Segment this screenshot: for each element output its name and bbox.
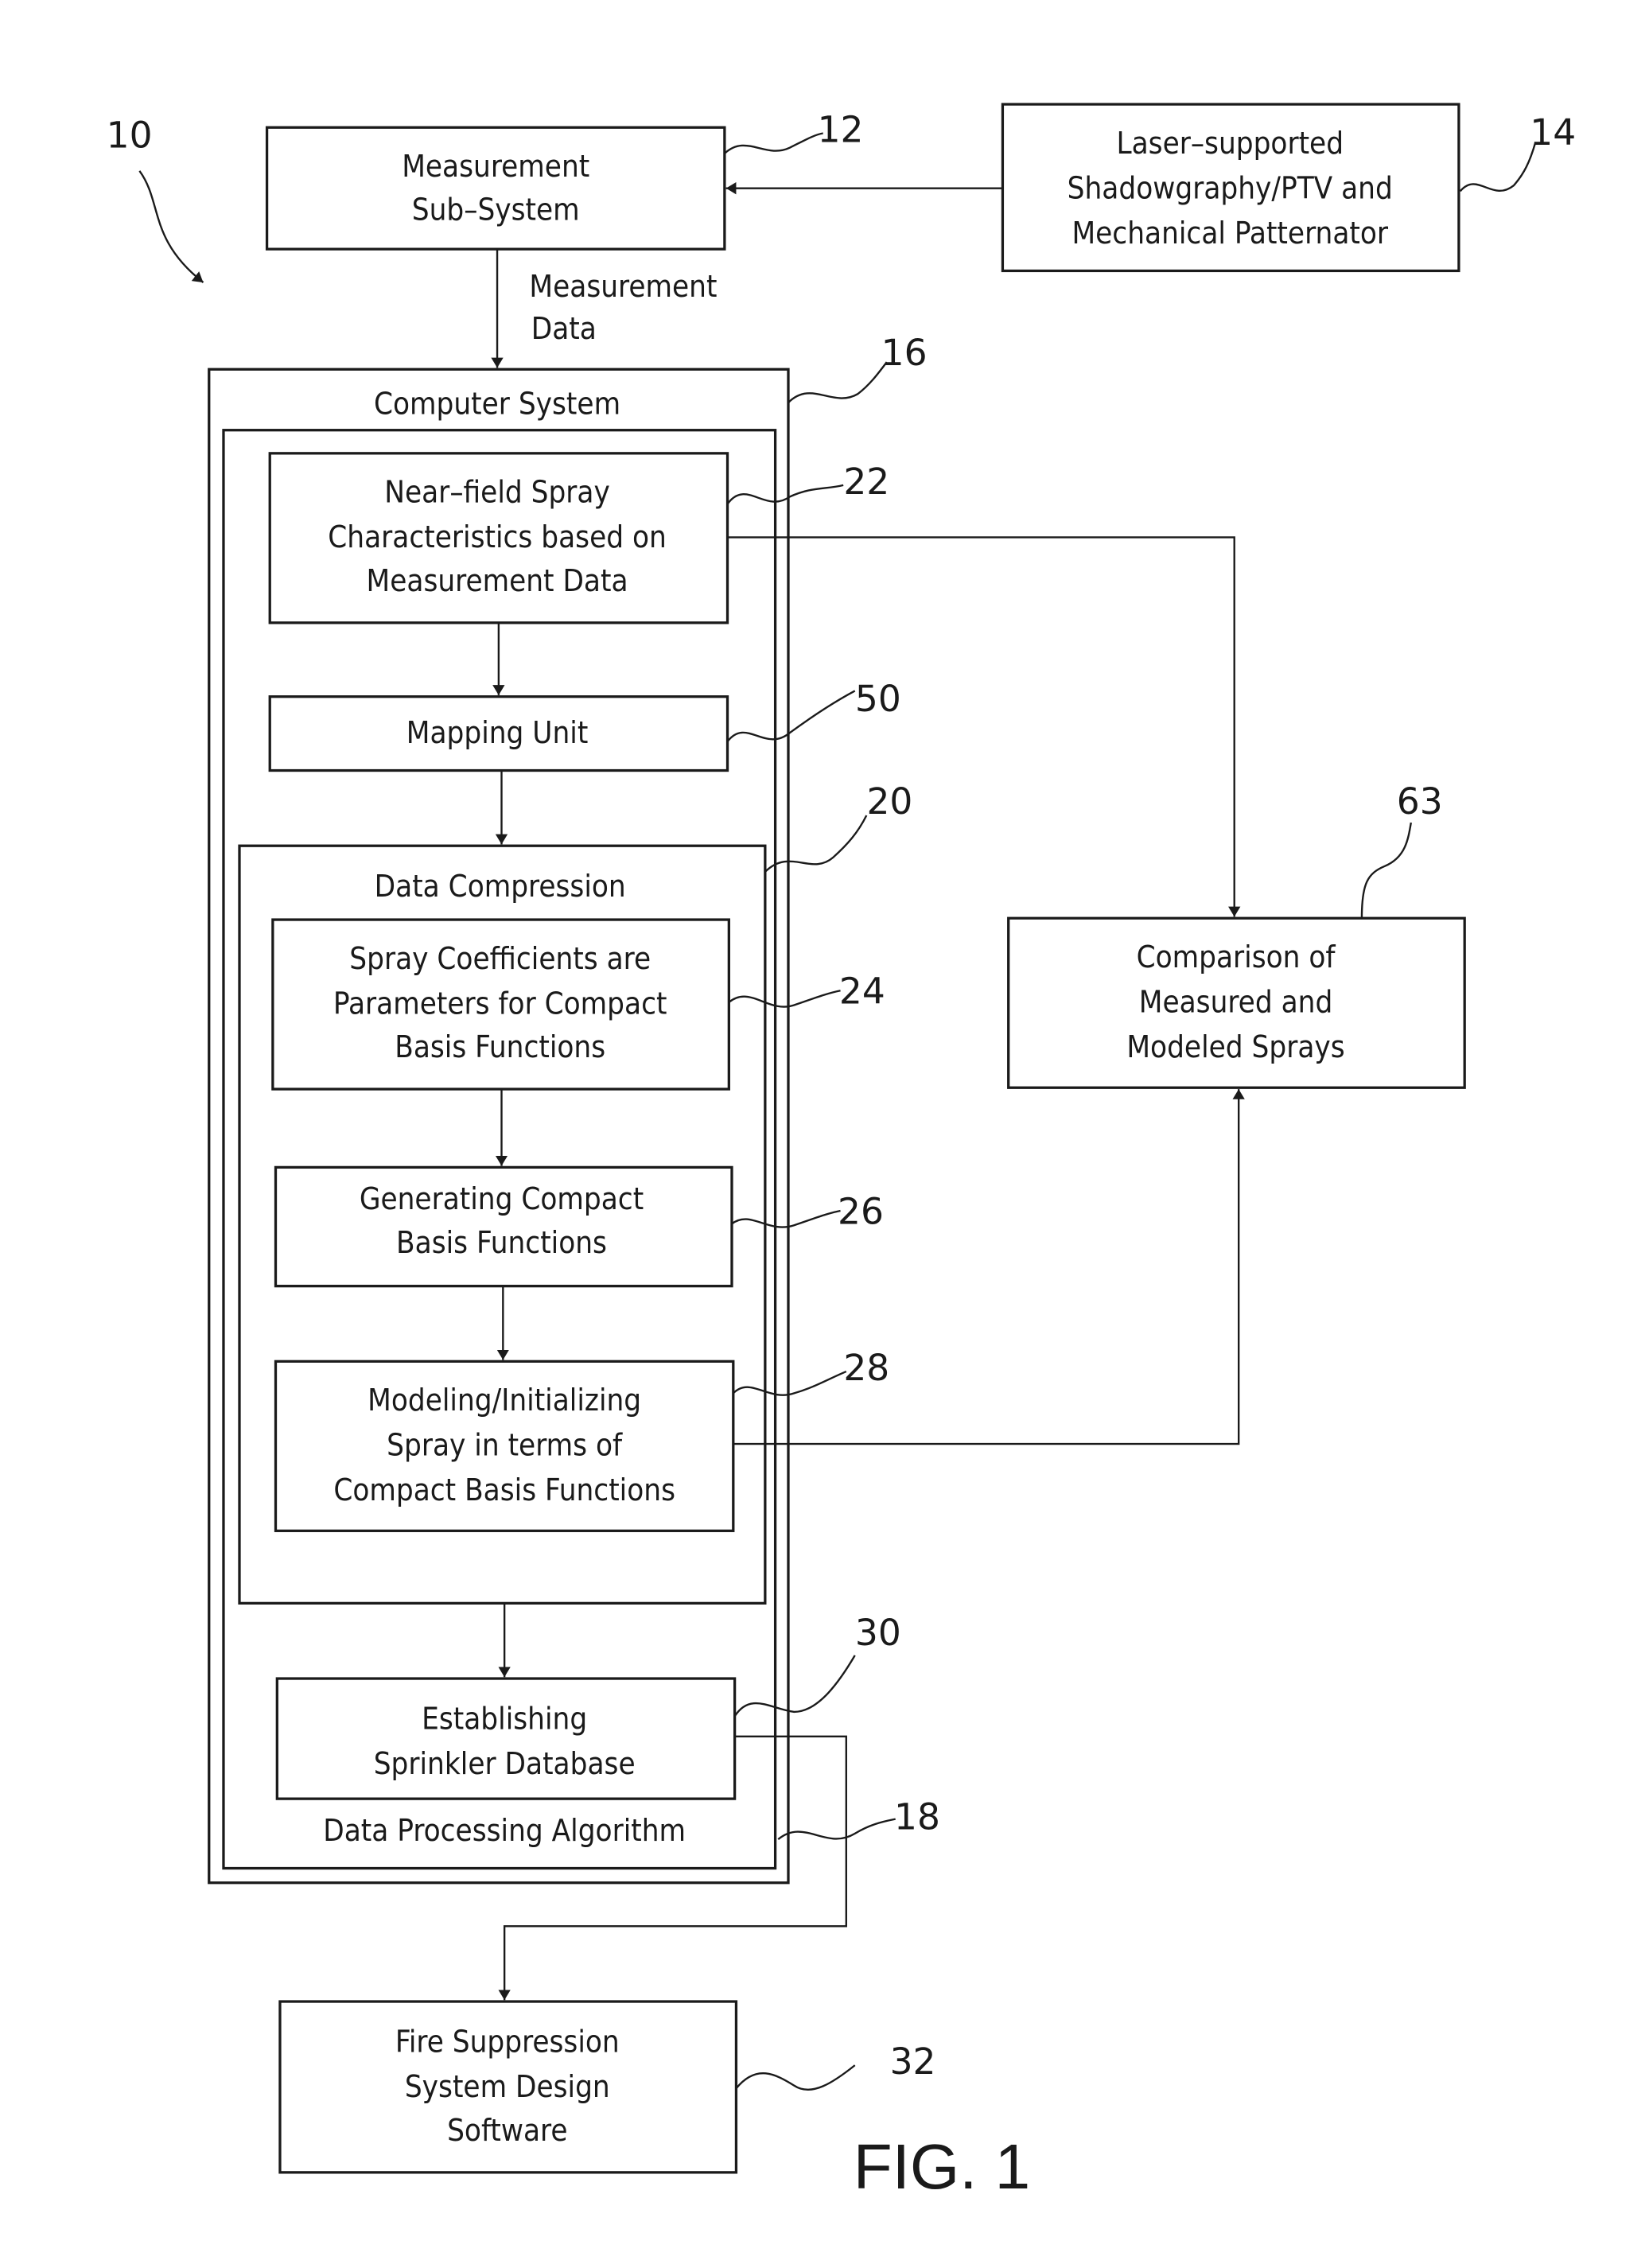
measurement-subsystem-line-1: Measurement — [402, 150, 589, 185]
near-field-line-3: Measurement Data — [367, 564, 628, 599]
ref-28: 28 — [843, 1347, 889, 1389]
ref-10: 10 — [107, 115, 153, 157]
patent-figure: 10 Measurement Sub–System 12 Laser–suppo… — [107, 103, 1576, 2202]
fire-suppression-block: Fire Suppression System Design Software — [278, 2000, 738, 2174]
near-field-spray-block: Near–field Spray Characteristics based o… — [268, 452, 729, 624]
ref-32: 32 — [890, 2040, 936, 2083]
ref-16: 16 — [881, 332, 928, 374]
ref-20: 20 — [866, 780, 912, 823]
measurement-subsystem-block: Measurement Sub–System — [265, 126, 726, 251]
system-pointer-arrow — [138, 170, 204, 283]
establishing-line-1: Establishing — [422, 1702, 587, 1737]
leader-16 — [788, 361, 888, 403]
leader-12 — [724, 132, 823, 154]
ref-24: 24 — [839, 971, 885, 1013]
comparison-line-3: Modeled Sprays — [1126, 1030, 1344, 1065]
mapping-unit-block: Mapping Unit — [268, 695, 729, 772]
modeling-spray-block: Modeling/Initializing Spray in terms of … — [274, 1360, 735, 1532]
arrow-near-field-to-comparison — [727, 536, 1241, 917]
ref-26: 26 — [838, 1190, 884, 1232]
computer-system-label: Computer System — [374, 387, 620, 422]
ref-12: 12 — [818, 108, 864, 150]
near-field-line-2: Characteristics based on — [328, 520, 667, 555]
measurement-data-label-line-2: Data — [531, 312, 597, 347]
data-compression-label: Data Compression — [375, 869, 626, 904]
comparison-line-2: Measured and — [1139, 986, 1333, 1021]
comparison-block: Comparison of Measured and Modeled Spray… — [1007, 916, 1466, 1089]
laser-shadowgraphy-block: Laser–supported Shadowgraphy/PTV and Mec… — [1001, 103, 1460, 273]
mapping-unit-label: Mapping Unit — [406, 716, 589, 751]
spray-coefficients-line-2: Parameters for Compact — [333, 986, 667, 1021]
measurement-subsystem-line-2: Sub–System — [412, 193, 580, 228]
leader-18 — [777, 1818, 896, 1841]
data-processing-label: Data Processing Algorithm — [323, 1814, 686, 1849]
laser-line-3: Mechanical Patternator — [1071, 216, 1388, 251]
establishing-sprinkler-database-block: Establishing Sprinkler Database — [275, 1677, 737, 1800]
ref-14: 14 — [1530, 111, 1576, 154]
spray-coefficients-block: Spray Coefficients are Parameters for Co… — [271, 918, 730, 1091]
arrow-modeling-to-comparison — [733, 1089, 1245, 1445]
spray-coefficients-line-3: Basis Functions — [395, 1030, 605, 1065]
generating-line-1: Generating Compact — [360, 1182, 644, 1217]
measurement-data-label-line-1: Measurement — [529, 270, 717, 305]
ref-63: 63 — [1397, 780, 1443, 823]
near-field-line-1: Near–field Spray — [384, 476, 610, 511]
laser-line-1: Laser–supported — [1116, 126, 1344, 161]
spray-coefficients-line-1: Spray Coefficients are — [349, 942, 651, 977]
leader-63 — [1360, 822, 1412, 919]
ref-18: 18 — [894, 1795, 940, 1838]
modeling-line-2: Spray in terms of — [387, 1429, 623, 1464]
figure-title: FIG. 1 — [854, 2130, 1031, 2202]
ref-30: 30 — [855, 1612, 901, 1654]
leader-14 — [1459, 142, 1537, 193]
laser-line-2: Shadowgraphy/PTV and — [1068, 171, 1393, 206]
fire-suppression-line-1: Fire Suppression — [395, 2025, 620, 2060]
fire-suppression-line-3: Software — [447, 2114, 567, 2149]
fire-suppression-line-2: System Design — [405, 2070, 610, 2105]
ref-22: 22 — [843, 461, 889, 503]
modeling-line-3: Compact Basis Functions — [333, 1473, 675, 1508]
comparison-line-1: Comparison of — [1137, 940, 1336, 975]
generating-line-2: Basis Functions — [396, 1226, 607, 1261]
generating-basis-functions-block: Generating Compact Basis Functions — [274, 1165, 733, 1288]
ref-50: 50 — [855, 678, 901, 720]
modeling-line-1: Modeling/Initializing — [368, 1383, 641, 1418]
establishing-line-2: Sprinkler Database — [374, 1747, 636, 1782]
leader-32 — [735, 2064, 856, 2091]
